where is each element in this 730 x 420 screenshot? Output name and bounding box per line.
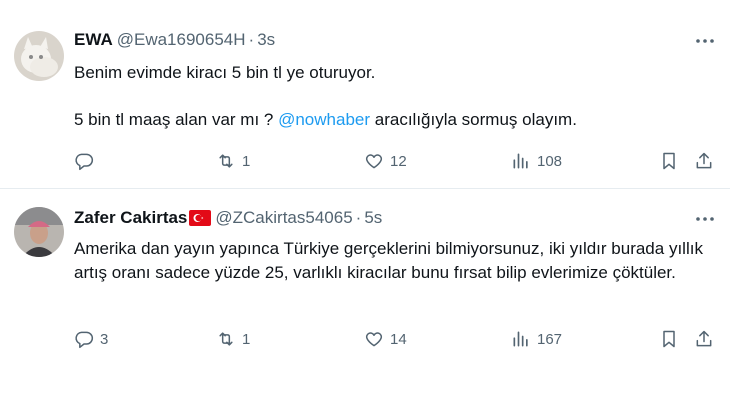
heart-icon: [364, 151, 384, 171]
share-icon: [694, 329, 714, 349]
avatar[interactable]: [14, 31, 64, 81]
views-icon: [511, 151, 531, 171]
retweet-button[interactable]: 1: [216, 151, 250, 171]
bookmark-button[interactable]: [659, 329, 679, 349]
reply-button[interactable]: 3: [74, 329, 108, 349]
reply-button[interactable]: [74, 151, 100, 171]
heart-icon: [364, 329, 384, 349]
tweet-text: Amerika dan yayın yapınca Türkiye gerçek…: [74, 239, 703, 282]
like-count: 14: [390, 330, 407, 348]
mention-link[interactable]: @nowhaber: [278, 110, 370, 129]
retweet-button[interactable]: 1: [216, 329, 250, 349]
reply-icon: [74, 329, 94, 349]
timestamp[interactable]: 5s: [364, 208, 382, 227]
retweet-count: 1: [242, 330, 251, 348]
reply-icon: [74, 151, 94, 171]
tweet-text-line: 5 bin tl maaş alan var mı ? @nowhaber ar…: [74, 108, 714, 132]
view-count: 108: [537, 152, 563, 170]
tweet-header: EWA @Ewa1690654H · 3s: [74, 29, 275, 51]
action-bar: 3 1 14 167: [74, 329, 716, 353]
like-button[interactable]: 12: [364, 151, 407, 171]
action-bar: 1 12 108: [74, 151, 716, 175]
views-button[interactable]: 167: [511, 329, 562, 349]
tweet[interactable]: EWA @Ewa1690654H · 3s Benim evimde kiracı 5…: [0, 0, 730, 189]
separator-dot: ·: [248, 30, 255, 49]
share-button[interactable]: [694, 151, 714, 171]
separator-dot: ·: [355, 208, 362, 227]
tweet-text-fragment: 5 bin tl maaş alan var mı ?: [74, 110, 279, 129]
tweet[interactable]: Zafer Cakirtas @ZCakirtas54065 · 5s Amerika…: [0, 189, 730, 420]
author-name[interactable]: EWA: [74, 30, 113, 49]
tweet-text-line: Benim evimde kiracı 5 bin tl ye oturuyor…: [74, 63, 376, 82]
share-icon: [694, 151, 714, 171]
reply-count: 3: [100, 330, 109, 348]
author-name[interactable]: Zafer Cakirtas: [74, 208, 187, 227]
tweet-header: Zafer Cakirtas @ZCakirtas54065 · 5s: [74, 207, 382, 232]
bookmark-icon: [659, 329, 679, 349]
turkey-flag-icon: [189, 210, 212, 232]
retweet-icon: [216, 151, 236, 171]
author-handle[interactable]: @Ewa1690654H: [117, 30, 246, 49]
tweet-text-fragment: aracılığıyla sormuş olayım.: [370, 110, 577, 129]
more-icon[interactable]: [694, 30, 716, 52]
views-icon: [511, 329, 531, 349]
views-button[interactable]: 108: [511, 151, 562, 171]
bookmark-button[interactable]: [659, 151, 679, 171]
retweet-count: 1: [242, 152, 251, 170]
retweet-icon: [216, 329, 236, 349]
more-icon[interactable]: [694, 208, 716, 230]
like-button[interactable]: 14: [364, 329, 407, 349]
bookmark-icon: [659, 151, 679, 171]
avatar[interactable]: [14, 207, 64, 257]
timestamp[interactable]: 3s: [257, 30, 275, 49]
author-handle[interactable]: @ZCakirtas54065: [215, 208, 352, 227]
share-button[interactable]: [694, 329, 714, 349]
view-count: 167: [537, 330, 563, 348]
like-count: 12: [390, 152, 407, 170]
